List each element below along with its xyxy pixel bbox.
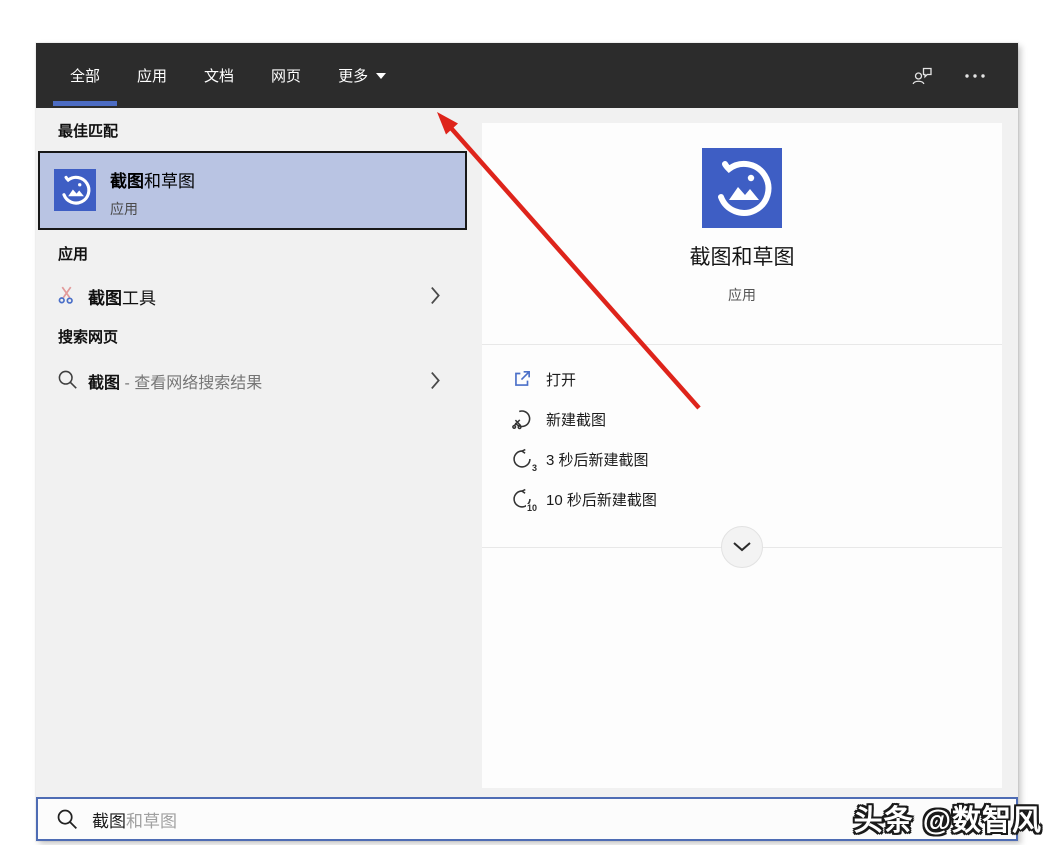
tab-documents[interactable]: 文档	[204, 43, 234, 108]
action-label: 打开	[546, 369, 576, 390]
tab-web[interactable]: 网页	[271, 43, 301, 108]
chevron-right-icon	[430, 286, 441, 305]
web-result-title: 截图 - 查看网络搜索结果	[88, 369, 262, 393]
chevron-down-icon	[376, 73, 386, 79]
action-snip-10s[interactable]: 10 10 秒后新建截图	[482, 479, 1002, 519]
search-query: 截图和草图	[92, 807, 177, 832]
action-label: 新建截图	[546, 409, 606, 430]
app-result-title: 截图工具	[88, 284, 156, 309]
windows-search-flyout: 全部 应用 文档 网页 更多	[36, 43, 1018, 841]
app-title: 截图和草图	[482, 241, 1002, 271]
chevron-down-icon	[732, 541, 752, 553]
tab-more[interactable]: 更多	[338, 43, 386, 108]
tab-apps[interactable]: 应用	[137, 43, 167, 108]
action-label: 3 秒后新建截图	[546, 449, 649, 470]
timer-badge: 10	[526, 504, 537, 513]
search-header: 全部 应用 文档 网页 更多	[36, 43, 1018, 108]
app-subtitle: 应用	[482, 285, 1002, 305]
open-external-icon	[511, 368, 533, 390]
web-section-header: 搜索网页	[58, 326, 118, 347]
action-open[interactable]: 打开	[482, 359, 1002, 399]
best-match-item[interactable]: 截图和草图 应用	[38, 151, 467, 230]
snipping-tool-icon	[57, 285, 76, 304]
action-label: 10 秒后新建截图	[546, 489, 657, 510]
action-new-snip[interactable]: 新建截图	[482, 399, 1002, 439]
page: 全部 应用 文档 网页 更多	[0, 0, 1049, 845]
best-match-title: 截图和草图	[110, 167, 195, 192]
expand-more-button[interactable]	[721, 526, 763, 568]
tab-apps-label: 应用	[137, 65, 167, 86]
tab-all[interactable]: 全部	[70, 43, 100, 108]
action-snip-3s[interactable]: 3 3 秒后新建截图	[482, 439, 1002, 479]
best-match-subtitle: 应用	[110, 199, 138, 219]
best-match-header: 最佳匹配	[58, 120, 118, 141]
detail-panel: 截图和草图 应用 打开	[482, 123, 1002, 788]
timer-badge: 3	[531, 464, 537, 473]
tab-all-label: 全部	[70, 65, 100, 86]
feedback-person-icon[interactable]	[911, 65, 934, 86]
tab-documents-label: 文档	[204, 65, 234, 86]
snip-sketch-app-icon	[54, 169, 96, 211]
chevron-right-icon	[430, 371, 441, 390]
tab-web-label: 网页	[271, 65, 301, 86]
snip-sketch-app-icon-large	[702, 148, 782, 228]
apps-section-header: 应用	[58, 243, 88, 264]
ellipsis-icon[interactable]	[964, 73, 986, 79]
search-icon	[57, 369, 78, 390]
app-result-snipping-tool[interactable]: 截图工具	[36, 275, 482, 317]
search-icon	[56, 808, 78, 830]
watermark: 头条 @数智风	[854, 797, 1042, 839]
new-snip-icon	[511, 408, 533, 430]
divider	[482, 344, 1002, 345]
timer-icon: 3	[511, 448, 533, 470]
web-search-result[interactable]: 截图 - 查看网络搜索结果	[36, 360, 482, 402]
timer-icon: 10	[511, 488, 533, 510]
tab-more-label: 更多	[338, 65, 368, 86]
